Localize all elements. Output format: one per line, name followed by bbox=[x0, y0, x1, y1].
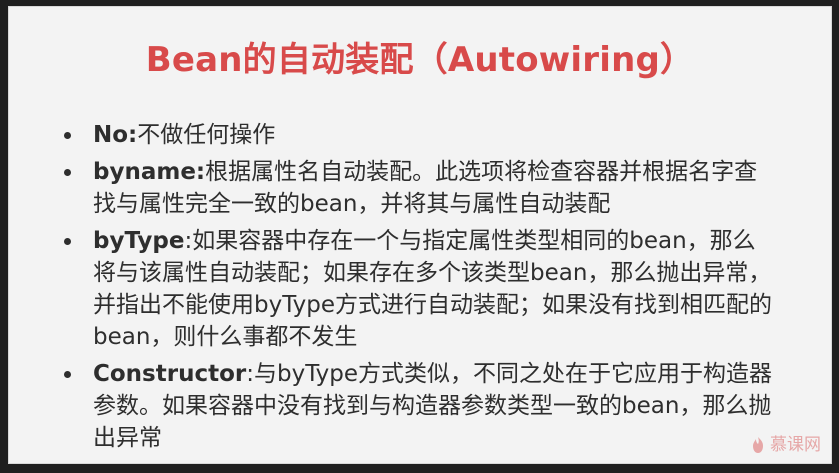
bullet-item-byname: byname:根据属性名自动装配。此选项将检查容器并根据名字查找与属性完全一致的… bbox=[63, 156, 773, 220]
bullet-text: :如果容器中存在一个与指定属性类型相同的bean，那么将与该属性自动装配；如果存… bbox=[93, 228, 773, 350]
bullet-term: Constructor bbox=[93, 361, 247, 387]
bullet-term: byname: bbox=[93, 159, 206, 185]
bullet-item-no: No:不做任何操作 bbox=[63, 119, 773, 151]
bullet-list: No:不做任何操作 byname:根据属性名自动装配。此选项将检查容器并根据名字… bbox=[63, 119, 773, 459]
bullet-dot-icon bbox=[63, 119, 75, 151]
bullet-term: No: bbox=[93, 122, 138, 148]
imooc-watermark: 慕课网 bbox=[751, 436, 821, 454]
bullet-term: byType bbox=[93, 228, 185, 254]
bullet-dot-icon bbox=[63, 225, 75, 257]
bullet-text: 不做任何操作 bbox=[137, 122, 276, 148]
presentation-slide: Bean的自动装配（Autowiring） No:不做任何操作 byname:根… bbox=[8, 6, 832, 464]
flame-icon bbox=[753, 437, 763, 453]
watermark-text: 慕课网 bbox=[770, 434, 821, 455]
bullet-dot-icon bbox=[63, 358, 75, 390]
bullet-dot-icon bbox=[63, 156, 75, 188]
bullet-item-constructor: Constructor:与byType方式类似，不同之处在于它应用于构造器参数。… bbox=[63, 358, 773, 454]
screen-frame: Bean的自动装配（Autowiring） No:不做任何操作 byname:根… bbox=[0, 0, 839, 473]
bullet-item-bytype: byType:如果容器中存在一个与指定属性类型相同的bean，那么将与该属性自动… bbox=[63, 225, 773, 353]
slide-title: Bean的自动装配（Autowiring） bbox=[145, 40, 695, 80]
